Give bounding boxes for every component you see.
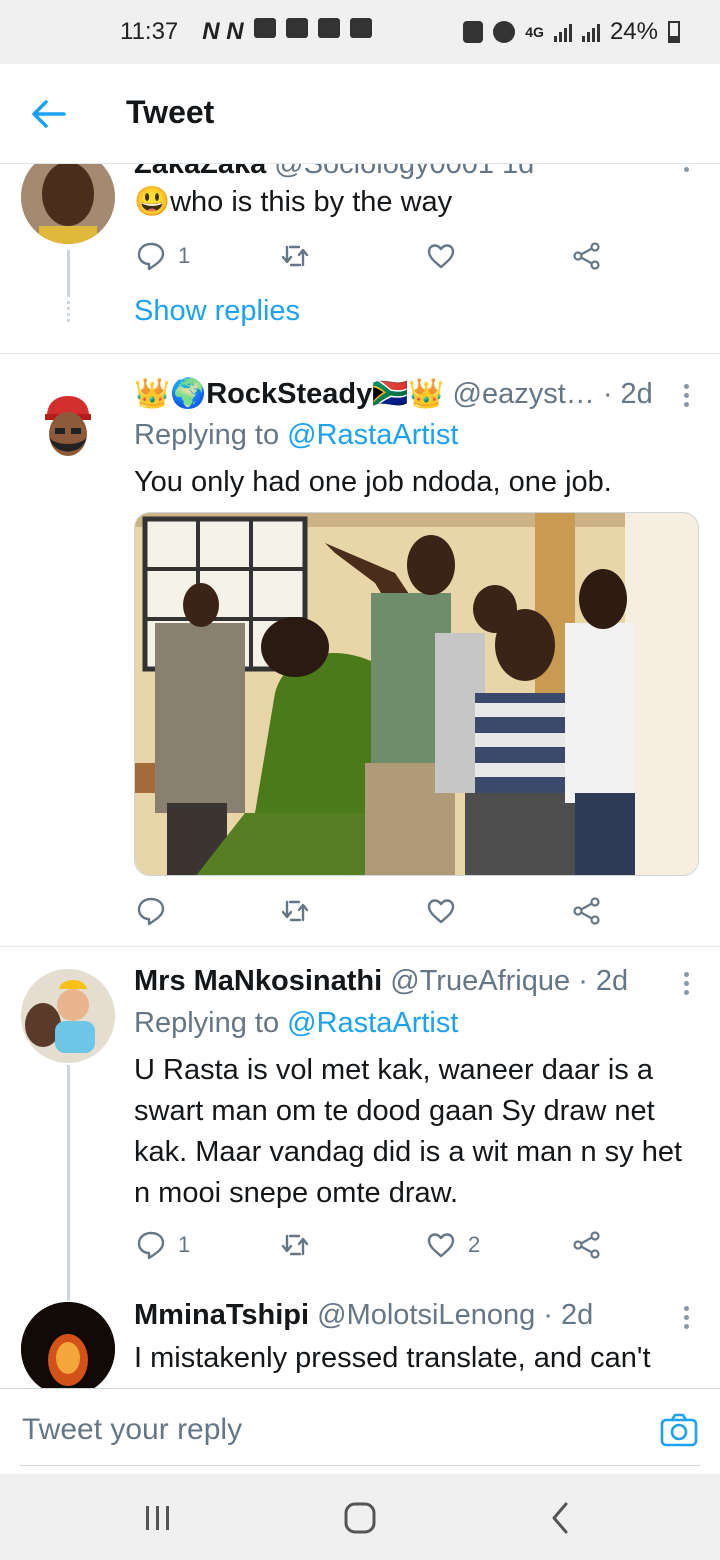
alarm-icon	[493, 21, 516, 43]
show-replies-link[interactable]: Show replies	[134, 295, 300, 328]
back-arrow-icon[interactable]	[30, 98, 66, 130]
replying-to: Replying to @RastaArtist	[134, 419, 459, 451]
camera-icon[interactable]	[660, 1413, 698, 1447]
tweet-header: ZakaZaka @Sociology0001 1d	[134, 164, 534, 181]
tweet-actions	[134, 896, 614, 936]
tweet-actions: 1	[134, 241, 614, 281]
like-count: 2	[468, 1232, 481, 1257]
avatar[interactable]	[21, 1302, 115, 1388]
status-bar: 11:37 N N 4G 24%	[0, 0, 720, 64]
signal-icon	[553, 22, 572, 42]
user-handle: @eazyst…	[452, 378, 595, 410]
back-nav-icon[interactable]	[548, 1500, 572, 1536]
share-button[interactable]	[572, 1230, 602, 1260]
divider	[0, 353, 720, 354]
heart-icon	[427, 899, 455, 924]
tweet-text: U Rasta is vol met kak, waneer daar is a…	[134, 1054, 683, 1209]
user-name[interactable]: ZakaZaka	[134, 164, 266, 180]
retweet-button[interactable]	[280, 1230, 310, 1260]
battery-percent: 24%	[609, 18, 658, 45]
thread-dots	[67, 294, 70, 322]
more-icon[interactable]	[684, 164, 690, 176]
crown-globe-emoji-icon: 👑🌍	[134, 378, 207, 410]
share-icon	[573, 1231, 600, 1259]
folder-icon	[285, 18, 308, 38]
reply-icon	[137, 1231, 165, 1260]
avatar[interactable]	[21, 969, 115, 1063]
notification-n-icon: N N	[202, 18, 244, 45]
heart-icon	[427, 1233, 455, 1258]
reply-feed[interactable]: ZakaZaka @Sociology0001 1d 😃who is this …	[0, 164, 720, 1388]
thread-line	[67, 1065, 70, 1301]
reply-button[interactable]	[136, 896, 166, 926]
more-icon[interactable]	[684, 1302, 690, 1333]
retweet-icon	[281, 245, 309, 267]
network-type: 4G	[525, 24, 544, 40]
tweet-text: You only had one job ndoda, one job.	[134, 466, 612, 498]
replying-to-handle[interactable]: @RastaArtist	[287, 1007, 458, 1039]
more-icon[interactable]	[684, 968, 690, 999]
tweet-photo[interactable]	[134, 512, 699, 876]
user-handle: @TrueAfrique	[390, 965, 571, 997]
retweet-icon	[281, 900, 309, 922]
user-name[interactable]: MminaTshipi	[134, 1299, 309, 1331]
app-header: Tweet	[0, 64, 720, 164]
share-button[interactable]	[572, 896, 602, 926]
share-button[interactable]	[572, 241, 602, 271]
clock: 11:37	[120, 18, 179, 45]
avatar[interactable]	[21, 164, 115, 244]
replying-to-handle[interactable]: @RastaArtist	[287, 419, 458, 451]
share-icon	[573, 897, 600, 925]
check-box-icon	[317, 18, 340, 38]
tweet-text: 😃who is this by the way	[134, 186, 453, 218]
thread-line	[67, 250, 70, 294]
tweet-time: · 2d	[543, 1299, 594, 1331]
more-icon[interactable]	[684, 380, 690, 411]
tweet-time: 1d	[502, 164, 535, 180]
tweet-time: · 2d	[578, 965, 629, 997]
divider	[0, 946, 720, 947]
like-button[interactable]	[426, 896, 456, 926]
reply-button[interactable]: 1	[136, 241, 190, 271]
photo-image	[135, 513, 698, 875]
tweet-time: · 2d	[602, 378, 653, 410]
user-name[interactable]: RockSteady	[206, 378, 372, 410]
reply-button[interactable]: 1	[136, 1230, 190, 1260]
tweet-header: 👑🌍RockSteady🇿🇦👑 @eazyst… · 2d	[134, 377, 653, 411]
battery-icon	[668, 21, 680, 43]
lock-icon	[463, 21, 484, 43]
reply-input[interactable]: Tweet your reply	[22, 1413, 242, 1447]
retweet-icon	[281, 1234, 309, 1256]
signal-icon-2	[581, 22, 600, 42]
page-title: Tweet	[126, 94, 215, 130]
tweet-header: Mrs MaNkosinathi @TrueAfrique · 2d	[134, 965, 628, 998]
tweet-actions: 1 2	[134, 1230, 614, 1270]
replying-to: Replying to @RastaArtist	[134, 1007, 459, 1039]
user-name[interactable]: Mrs MaNkosinathi	[134, 965, 382, 997]
reply-count: 1	[178, 243, 191, 268]
tweet-header: MminaTshipi @MolotsiLenong · 2d	[134, 1299, 593, 1332]
like-button[interactable]: 2	[426, 1230, 480, 1260]
flag-crown-emoji-icon: 🇿🇦👑	[372, 378, 445, 410]
recent-apps-icon[interactable]	[142, 1500, 174, 1536]
reply-icon	[137, 897, 165, 926]
user-handle: @Sociology0001	[274, 164, 494, 180]
home-icon[interactable]	[342, 1500, 378, 1536]
smile-emoji-icon: 😃	[134, 186, 171, 218]
reply-underline	[20, 1465, 700, 1466]
reply-composer: Tweet your reply	[0, 1388, 720, 1474]
reply-icon	[137, 242, 165, 271]
retweet-button[interactable]	[280, 896, 310, 926]
system-nav-bar	[0, 1474, 720, 1560]
heart-icon	[427, 244, 455, 269]
reply-count: 1	[178, 1232, 191, 1257]
image-icon	[349, 18, 372, 38]
share-icon	[573, 242, 600, 270]
like-button[interactable]	[426, 241, 456, 271]
user-handle: @MolotsiLenong	[317, 1299, 536, 1331]
retweet-button[interactable]	[280, 241, 310, 271]
tweet-text: I mistakenly pressed translate, and can'…	[134, 1342, 651, 1374]
car-icon	[253, 18, 276, 38]
avatar[interactable]	[21, 382, 115, 476]
